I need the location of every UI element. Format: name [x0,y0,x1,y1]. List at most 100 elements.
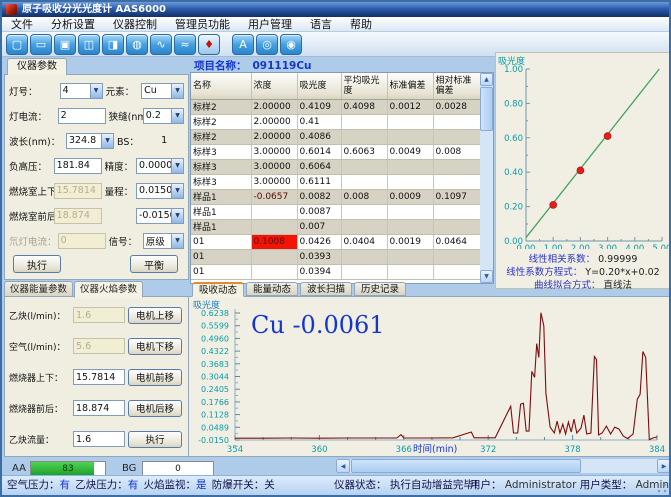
column-header[interactable]: 平均吸光度 [341,73,387,99]
menu-item[interactable]: 文件 [2,17,42,31]
chevron-down-icon[interactable]: ▼ [90,84,102,98]
lamp-no-select[interactable]: 4 ▼ [60,83,103,99]
table-row[interactable]: 010.0393 [191,249,481,264]
svg-text:354: 354 [227,445,243,455]
table-scrollbar[interactable]: ▲ ▼ [480,73,493,283]
table-cell-rsd [433,114,481,129]
table-cell-avg [341,129,387,144]
execute-button[interactable]: 执行 [13,255,61,273]
flame-field-input[interactable] [73,369,125,385]
motor-button[interactable]: 电机下移 [128,338,182,355]
table-row[interactable]: 010.10080.04260.04040.00190.0464 [191,234,481,249]
table-cell-rsd: 0.008 [433,144,481,159]
menu-item[interactable]: 帮助 [341,17,381,31]
tab-absorbance-dynamics[interactable]: 吸收动态 [192,282,244,297]
range-select[interactable]: 0.0150 ▼ [136,183,184,199]
motor-button[interactable]: 执行 [128,431,182,448]
table-row[interactable]: 样品1-0.06570.00820.0080.00090.1097 [191,189,481,204]
save-icon[interactable]: ▣ [54,34,76,55]
wavelength-scan-icon[interactable]: ∿ [150,34,172,55]
balance-button[interactable]: 平衡 [130,255,178,273]
svg-text:2.00: 2.00 [571,244,590,249]
neg-hv-input[interactable] [54,158,102,174]
tab-energy-dynamics[interactable]: 能量动态 [246,282,298,296]
motor-button[interactable]: 电机上移 [128,307,182,324]
table-cell-conc [251,204,297,219]
motor-button[interactable]: 电机前移 [128,369,182,386]
scrollbar-thumb[interactable] [480,87,493,131]
chevron-down-icon[interactable]: ▼ [171,234,183,248]
hscrollbar-thumb[interactable] [351,459,581,473]
table-cell-abs: 0.6111 [297,174,341,189]
flame-field-input[interactable] [73,400,125,416]
chevron-down-icon[interactable]: ▼ [171,84,183,98]
menu-item[interactable]: 语言 [301,17,341,31]
auto-zero-icon[interactable]: A [232,34,254,55]
table-cell-rsd [433,159,481,174]
calibration-stat-line: 曲线拟合方式：直线法 [495,277,671,290]
chevron-down-icon[interactable]: ▼ [171,109,183,123]
scroll-left-icon[interactable]: ◀ [336,459,350,473]
calibration-stats: 线性相关系数：0.99999线性系数方程式：Y=0.20*x+0.02曲线拟合方… [495,251,671,290]
table-row[interactable]: 标样33.000000.6064 [191,159,481,174]
column-header[interactable]: 吸光度 [297,73,341,99]
wavelength-select[interactable]: 324.8 ▼ [66,133,114,149]
table-row[interactable]: 010.0394 [191,264,481,279]
status-label: 乙炔压力： [75,479,128,491]
column-header[interactable]: 标准偏差 [387,73,433,99]
gain-meter-icon[interactable]: ◨ [102,34,124,55]
burner-adjust-icon[interactable]: ≈ [174,34,196,55]
tab-energy-params[interactable]: 仪器能量参数 [4,281,73,297]
menu-item[interactable]: 仪器控制 [104,17,166,31]
menu-item[interactable]: 用户管理 [239,17,301,31]
chevron-down-icon[interactable]: ▼ [171,184,183,198]
new-file-icon[interactable]: ▢ [6,34,28,55]
tab-wavelength-scan[interactable]: 波长扫描 [300,282,352,296]
flame-ignite-icon[interactable]: ♦ [198,34,220,55]
column-header[interactable]: 相对标准偏差 [433,73,481,99]
table-row[interactable]: 样品10.007 [191,219,481,234]
chevron-down-icon[interactable]: ▼ [171,159,183,173]
energy-meter-icon[interactable]: ◫ [78,34,100,55]
chevron-down-icon[interactable]: ▼ [101,134,113,148]
lamp-icon[interactable]: ◎ [256,34,278,55]
table-row[interactable]: 标样22.000000.41090.40980.00120.0028 [191,99,481,114]
chevron-down-icon[interactable]: ▼ [171,209,183,223]
power-icon[interactable]: ◉ [280,34,302,55]
menu-bar: 文件分析设置仪器控制管理员功能用户管理语言帮助 [2,17,669,32]
lamp-current-input[interactable] [58,108,106,124]
table-cell-abs: 0.4109 [297,99,341,114]
table-row[interactable]: 标样22.000000.41 [191,114,481,129]
precision-select[interactable]: 0.0000 ▼ [136,158,184,174]
chart-hscrollbar[interactable]: ◀ ▶ [336,459,671,473]
table-cell-conc: 0.1008 [251,234,297,249]
table-row[interactable]: 标样33.000000.6111 [191,174,481,189]
menu-item[interactable]: 管理员功能 [166,17,239,31]
flame-field-input[interactable] [73,431,125,447]
column-header[interactable]: 浓度 [251,73,297,99]
column-header[interactable]: 名称 [191,73,251,99]
scroll-down-icon[interactable]: ▼ [480,270,493,283]
tab-history[interactable]: 历史记录 [354,282,406,296]
resize-grip[interactable] [656,482,668,494]
table-row[interactable]: 标样22.000000.4086 [191,129,481,144]
scroll-right-icon[interactable]: ▶ [657,459,671,473]
signal-select[interactable]: 原级 ▼ [143,233,184,249]
scroll-up-icon[interactable]: ▲ [480,73,493,86]
motor-button[interactable]: 电机后移 [128,400,182,417]
percent-meter-icon[interactable]: ◍ [126,34,148,55]
field-label: 空气(l/min)： [9,340,73,353]
tab-flame-params[interactable]: 仪器火焰参数 [74,281,143,298]
title-bar[interactable]: 原子吸收分光光度计 AAS6000 [2,2,669,17]
tab-instrument-params[interactable]: 仪器参数 [7,58,67,75]
signal-label: 信号： [109,234,143,248]
menu-item[interactable]: 分析设置 [42,17,104,31]
range-low-select[interactable]: -0.0150 ▼ [136,208,184,224]
table-row[interactable]: 样品10.0087 [191,204,481,219]
slit-select[interactable]: 0.2 ▼ [143,108,184,124]
aa-label: AA [12,463,26,474]
table-row[interactable]: 标样33.000000.60140.60630.00490.008 [191,144,481,159]
element-select[interactable]: Cu ▼ [141,83,184,99]
open-folder-icon[interactable]: ▭ [30,34,52,55]
svg-text:0.0489: 0.0489 [201,423,229,432]
